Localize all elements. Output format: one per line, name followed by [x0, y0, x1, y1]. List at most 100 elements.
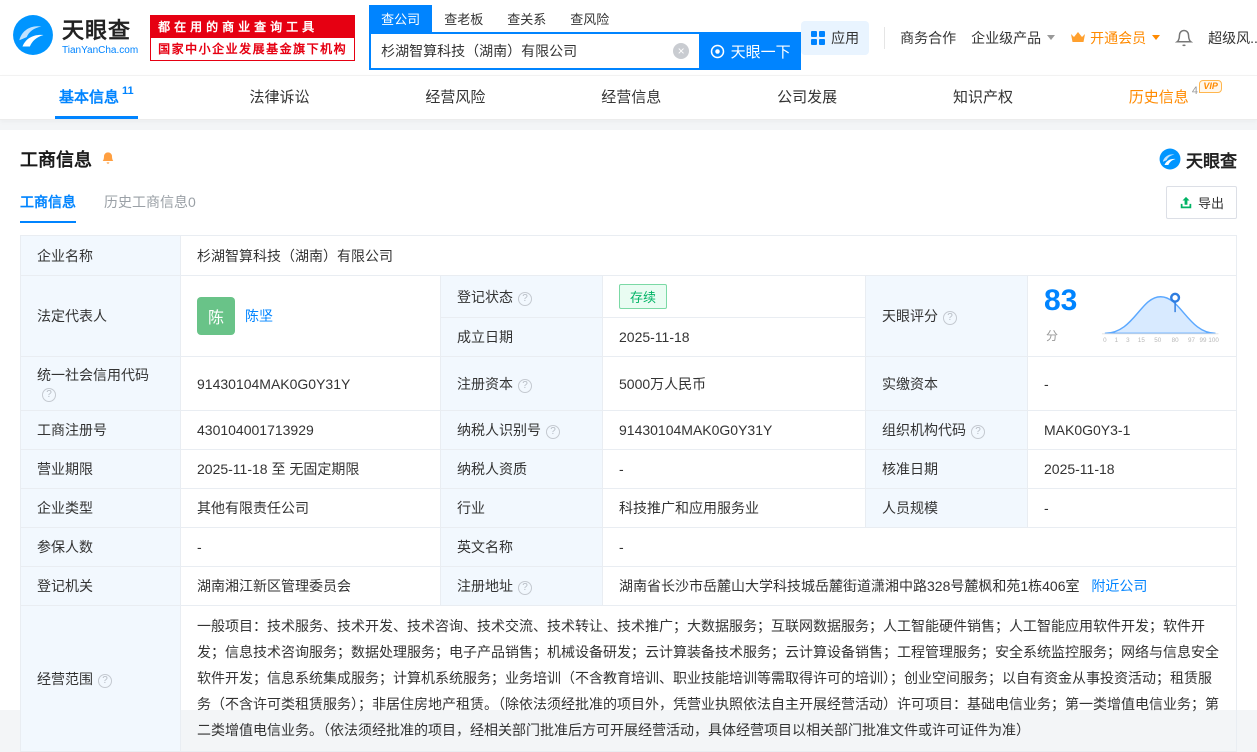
tab-history-count: 4	[1191, 85, 1198, 97]
tianyancha-logo[interactable]: 天眼查 TianYanCha.com	[12, 14, 138, 61]
field-value-staff-size: -	[1027, 488, 1237, 528]
table-row: 法定代表人 陈 陈坚 登记状态? 存续 天眼评分? 83分 0 1 3 15 5…	[20, 275, 1237, 357]
subtab-history-business-info[interactable]: 历史工商信息0	[104, 192, 196, 223]
svg-text:3: 3	[1126, 337, 1130, 344]
field-value-org-code: MAK0G0Y3-1	[1027, 410, 1237, 450]
monitor-bell-icon[interactable]	[100, 151, 116, 167]
nav-vip-upgrade[interactable]: 开通会员	[1070, 28, 1161, 48]
tab-history-label: 历史信息	[1128, 88, 1189, 106]
company-nav-tabs: 基本信息 11 法律诉讼 经营风险 经营信息 公司发展 知识产权 历史信息 4 …	[0, 75, 1257, 120]
nav-business-cooperation[interactable]: 商务合作	[900, 28, 956, 48]
tianyancha-logo-icon	[12, 14, 54, 61]
search-tab-company[interactable]: 查公司	[369, 5, 433, 32]
field-value-industry: 科技推广和应用服务业	[602, 488, 866, 528]
help-icon[interactable]: ?	[42, 388, 56, 402]
field-value-taxpayer-id: 91430104MAK0G0Y31Y	[602, 410, 866, 450]
watermark-text: 天眼查	[1186, 151, 1237, 171]
tab-intellectual-property[interactable]: 知识产权	[949, 76, 1017, 119]
tab-basic-info-label: 基本信息	[59, 88, 120, 106]
field-label-insured-count: 参保人数	[20, 527, 181, 567]
slogan-line1: 都在用的商业查询工具	[151, 15, 355, 38]
field-label-approval-date: 核准日期	[865, 449, 1028, 489]
clear-search-icon[interactable]: ×	[673, 43, 690, 59]
search-tab-relation[interactable]: 查关系	[495, 5, 558, 32]
field-label-credit-code: 统一社会信用代码?	[20, 356, 181, 411]
nav-apps-label: 应用	[831, 29, 860, 46]
nearby-companies-link[interactable]: 附近公司	[1091, 578, 1147, 594]
table-row: 企业名称 杉湖智算科技（湖南）有限公司	[20, 235, 1237, 276]
search-box: × 天眼一下	[369, 32, 802, 70]
field-label-industry: 行业	[440, 488, 603, 528]
svg-text:50: 50	[1154, 337, 1161, 344]
search-button[interactable]: 天眼一下	[699, 32, 802, 70]
field-value-registry: 湖南湘江新区管理委员会	[180, 566, 441, 606]
nav-enterprise-products[interactable]: 企业级产品	[971, 28, 1056, 48]
field-label-company-name: 企业名称	[20, 235, 181, 276]
help-icon[interactable]: ?	[971, 425, 985, 439]
address-text: 湖南省长沙市岳麓山大学科技城岳麓街道潇湘中路328号麓枫和苑1栋406室	[619, 578, 1080, 594]
help-icon[interactable]: ?	[518, 291, 532, 306]
apps-grid-icon	[811, 30, 826, 45]
field-value-paid-capital: -	[1027, 356, 1237, 411]
field-label-reg-capital: 注册资本?	[440, 356, 603, 411]
field-value-business-term: 2025-11-18 至 无固定期限	[180, 449, 441, 489]
help-icon[interactable]: ?	[518, 581, 532, 595]
nav-apps[interactable]: 应用	[801, 20, 870, 55]
score-distribution-chart: 0 1 3 15 50 80 97 99 100	[1101, 292, 1219, 344]
header-nav: 应用 商务合作 企业级产品 开通会员 超级风...	[801, 20, 1257, 55]
field-value-reg-status: 存续	[602, 275, 866, 318]
field-label-address: 注册地址?	[440, 566, 603, 606]
subtab-business-info[interactable]: 工商信息	[20, 192, 76, 223]
search-tab-boss[interactable]: 查老板	[432, 5, 495, 32]
help-icon[interactable]: ?	[98, 673, 112, 688]
help-icon[interactable]: ?	[546, 425, 560, 439]
business-info-table: 企业名称 杉湖智算科技（湖南）有限公司 法定代表人 陈 陈坚 登记状态? 存续 …	[20, 235, 1237, 752]
svg-text:80: 80	[1171, 337, 1178, 344]
svg-text:100: 100	[1208, 337, 1219, 344]
search-input[interactable]	[381, 43, 674, 59]
table-row: 登记机关 湖南湘江新区管理委员会 注册地址? 湖南省长沙市岳麓山大学科技城岳麓街…	[20, 566, 1237, 606]
field-value-insured-count: -	[180, 527, 441, 567]
business-info-card: 工商信息 天眼查 工商信息 历史工商信息0 导出 企业名称 杉湖智算科技（湖南）…	[0, 130, 1257, 752]
top-header: 天眼查 TianYanCha.com 都在用的商业查询工具 国家中小企业发展基金…	[0, 0, 1257, 75]
tab-history-info[interactable]: 历史信息 4 VIP	[1125, 76, 1222, 119]
tianyan-score-value: 83分	[1044, 284, 1078, 343]
tab-business-info[interactable]: 经营信息	[597, 76, 665, 119]
sub-tabs: 工商信息 历史工商信息0 导出	[20, 186, 1237, 223]
tab-basic-info[interactable]: 基本信息 11	[55, 76, 138, 119]
field-label-taxpayer-quality: 纳税人资质	[440, 449, 603, 489]
field-value-approval-date: 2025-11-18	[1027, 449, 1237, 489]
help-icon[interactable]: ?	[518, 378, 532, 393]
search-tabs: 查公司 查老板 查关系 查风险	[369, 5, 801, 32]
nav-enterprise-label: 企业级产品	[971, 29, 1042, 46]
field-label-registry: 登记机关	[20, 566, 181, 606]
svg-text:0: 0	[1103, 337, 1107, 344]
field-value-reg-capital: 5000万人民币	[602, 356, 866, 411]
bell-icon	[1175, 29, 1194, 46]
section-title: 工商信息	[20, 150, 92, 170]
nav-user[interactable]: 超级风...	[1208, 28, 1257, 48]
tab-legal-litigation[interactable]: 法律诉讼	[246, 76, 314, 119]
notification-bell[interactable]	[1175, 29, 1194, 47]
svg-text:15: 15	[1138, 337, 1145, 344]
legal-rep-link[interactable]: 陈坚	[245, 306, 273, 326]
field-value-address: 湖南省长沙市岳麓山大学科技城岳麓街道潇湘中路328号麓枫和苑1栋406室 附近公…	[602, 566, 1237, 606]
tab-operation-risk[interactable]: 经营风险	[421, 76, 489, 119]
table-row: 工商注册号 430104001713929 纳税人识别号? 91430104MA…	[20, 410, 1237, 450]
export-label: 导出	[1197, 196, 1224, 211]
tab-company-development[interactable]: 公司发展	[773, 76, 841, 119]
watermark-logo: 天眼查	[1159, 147, 1237, 172]
export-button[interactable]: 导出	[1165, 186, 1237, 219]
search-input-wrap: ×	[369, 32, 700, 70]
chevron-down-icon	[1047, 35, 1056, 40]
status-badge: 存续	[619, 284, 668, 309]
search-area: 查公司 查老板 查关系 查风险 × 天眼一下	[369, 5, 802, 70]
legal-rep-avatar[interactable]: 陈	[197, 297, 235, 335]
search-button-label: 天眼一下	[730, 43, 791, 61]
section-header: 工商信息 天眼查	[20, 146, 1237, 172]
crown-icon	[1070, 31, 1086, 44]
nav-vip-label: 开通会员	[1090, 29, 1147, 46]
search-tab-risk[interactable]: 查风险	[558, 5, 621, 32]
help-icon[interactable]: ?	[943, 311, 957, 325]
field-value-english-name: -	[602, 527, 1237, 567]
